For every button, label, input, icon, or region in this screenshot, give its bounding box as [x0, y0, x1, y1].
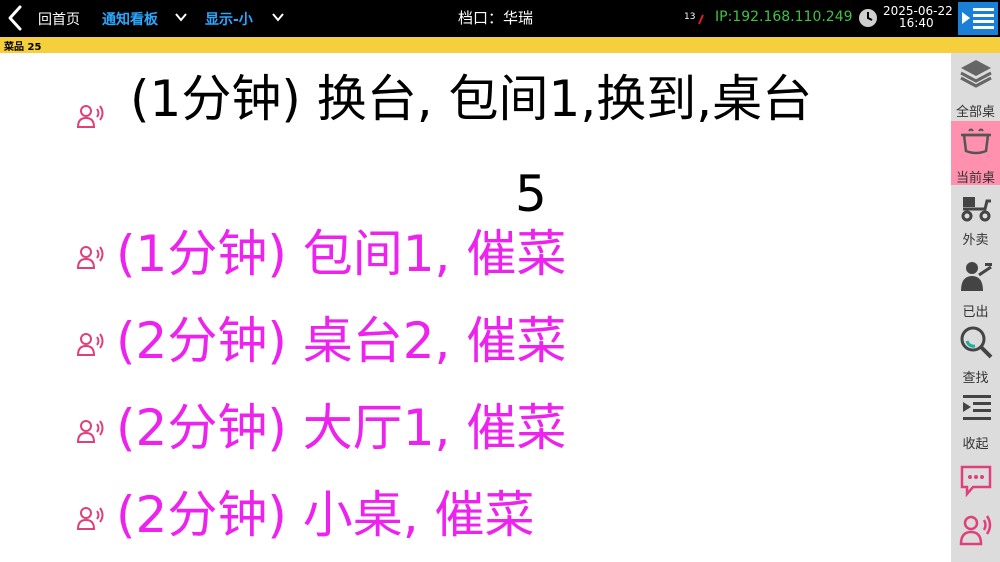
chevron-down-icon[interactable]	[174, 10, 188, 24]
notification-text: (2分钟) 大厅1, 催菜	[116, 399, 567, 457]
dish-count-strip: 菜品 25	[0, 37, 1000, 53]
sidebar-item-voice[interactable]	[951, 507, 1000, 557]
speaker-person-icon[interactable]	[76, 505, 106, 531]
layers-icon	[960, 60, 992, 88]
sidebar-item-served[interactable]: 已出	[951, 255, 1000, 321]
sidebar-item-label: 全部桌	[955, 105, 995, 120]
collapse-icon	[963, 395, 991, 420]
chevron-down-icon[interactable]	[271, 10, 285, 24]
display-size-dropdown[interactable]: 显示-小	[205, 9, 253, 29]
signal-icon	[698, 14, 704, 25]
clock-icon	[859, 9, 877, 27]
sidebar-item-label: 已出	[962, 305, 989, 320]
notice-board-dropdown[interactable]: 通知看板	[102, 9, 158, 29]
dish-count: 菜品 25	[4, 42, 42, 53]
scooter-icon	[961, 197, 991, 222]
time-display: 16:40	[899, 16, 934, 30]
speaker-person-icon	[959, 515, 992, 546]
sidebar-item-label: 查找	[962, 371, 989, 386]
pot-icon	[961, 128, 991, 155]
sidebar-item-label: 收起	[962, 437, 989, 452]
waiter-icon	[961, 262, 992, 291]
sidebar-item-search[interactable]: 查找	[951, 323, 1000, 389]
notification-text: (1分钟) 包间1, 催菜	[116, 225, 567, 283]
right-sidebar: 全部桌 当前桌 外卖 已出 查找 收起	[951, 53, 1000, 562]
sidebar-item-messages[interactable]	[951, 457, 1000, 505]
notification-text: (1分钟) 换台, 包间1,换到,桌台	[130, 70, 813, 128]
speaker-person-icon[interactable]	[76, 418, 106, 444]
sidebar-item-label: 当前桌	[955, 171, 995, 186]
speaker-person-icon[interactable]	[76, 244, 106, 270]
ip-address: IP:192.168.110.249	[715, 9, 853, 25]
sidebar-item-current-table[interactable]: 当前桌	[951, 121, 1000, 186]
notification-text: (2分钟) 小桌, 催菜	[116, 486, 535, 544]
speaker-person-icon[interactable]	[76, 331, 106, 357]
notification-text-continued: 5	[515, 165, 547, 223]
search-icon	[960, 326, 993, 359]
sidebar-item-collapse[interactable]: 收起	[951, 389, 1000, 455]
top-bar: 回首页 通知看板 显示-小 档口：华瑞 13 IP:192.168.110.24…	[0, 0, 1000, 37]
sidebar-item-all-tables[interactable]: 全部桌	[951, 53, 1000, 120]
back-arrow-icon[interactable]	[4, 4, 26, 32]
sidebar-item-label: 外卖	[962, 233, 989, 248]
speaker-person-icon[interactable]	[76, 103, 106, 129]
message-icon	[960, 465, 992, 497]
notification-text: (2分钟) 桌台2, 催菜	[116, 312, 567, 370]
home-link[interactable]: 回首页	[38, 9, 80, 29]
menu-icon[interactable]	[958, 2, 998, 35]
stall-label: 档口：华瑞	[458, 9, 534, 27]
notification-list: (1分钟) 换台, 包间1,换到,桌台 5 (1分钟) 包间1, 催菜 (2分钟…	[0, 53, 951, 562]
connection-count: 13	[684, 12, 696, 22]
sidebar-item-takeout[interactable]: 外卖	[951, 187, 1000, 253]
